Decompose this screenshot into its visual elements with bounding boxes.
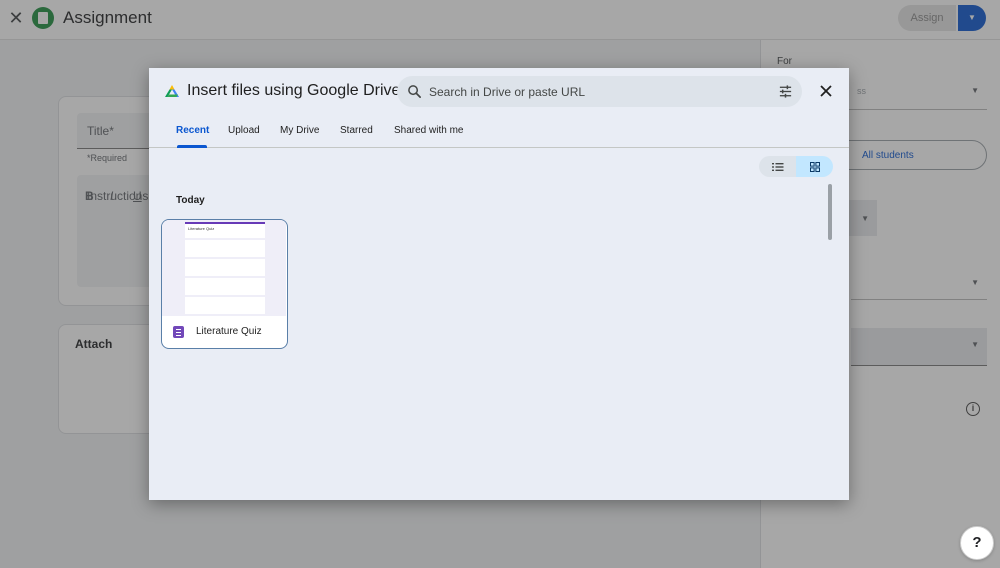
form-preview-question (185, 278, 265, 295)
file-name-row: Literature Quiz (162, 316, 286, 346)
view-toggle (759, 156, 833, 177)
form-preview-title: Literature Quiz (185, 222, 265, 238)
list-view-button[interactable] (759, 156, 796, 177)
close-icon[interactable] (817, 82, 835, 100)
form-preview-question (185, 259, 265, 276)
tab-my-drive[interactable]: My Drive (280, 125, 319, 136)
form-preview-question (185, 297, 265, 314)
search-bar[interactable] (397, 76, 802, 107)
filter-options-icon[interactable] (778, 84, 793, 99)
google-drive-icon (165, 85, 179, 97)
tab-bar: Recent Upload My Drive Starred Shared wi… (149, 122, 849, 148)
tab-shared-with-me[interactable]: Shared with me (394, 125, 463, 136)
dialog-title: Insert files using Google Drive (187, 82, 401, 99)
search-input[interactable] (429, 82, 759, 101)
tab-starred[interactable]: Starred (340, 125, 373, 136)
drive-picker-dialog: Insert files using Google Drive Recent U… (149, 68, 849, 500)
tab-upload[interactable]: Upload (228, 125, 260, 136)
help-button[interactable]: ? (960, 526, 994, 560)
list-view-icon (771, 162, 783, 171)
active-tab-indicator (177, 145, 207, 148)
form-preview-question (185, 240, 265, 257)
section-heading: Today (176, 195, 205, 206)
grid-view-button[interactable] (796, 156, 833, 177)
file-name: Literature Quiz (196, 326, 262, 337)
google-forms-icon (173, 326, 184, 338)
file-card[interactable]: Literature Quiz Literature Quiz (161, 219, 288, 349)
form-preview: Literature Quiz (185, 222, 265, 316)
scrollbar[interactable] (828, 184, 832, 240)
grid-view-icon (809, 161, 820, 172)
search-icon[interactable] (407, 84, 422, 99)
tab-recent[interactable]: Recent (176, 125, 209, 136)
file-thumbnail: Literature Quiz (162, 220, 286, 316)
